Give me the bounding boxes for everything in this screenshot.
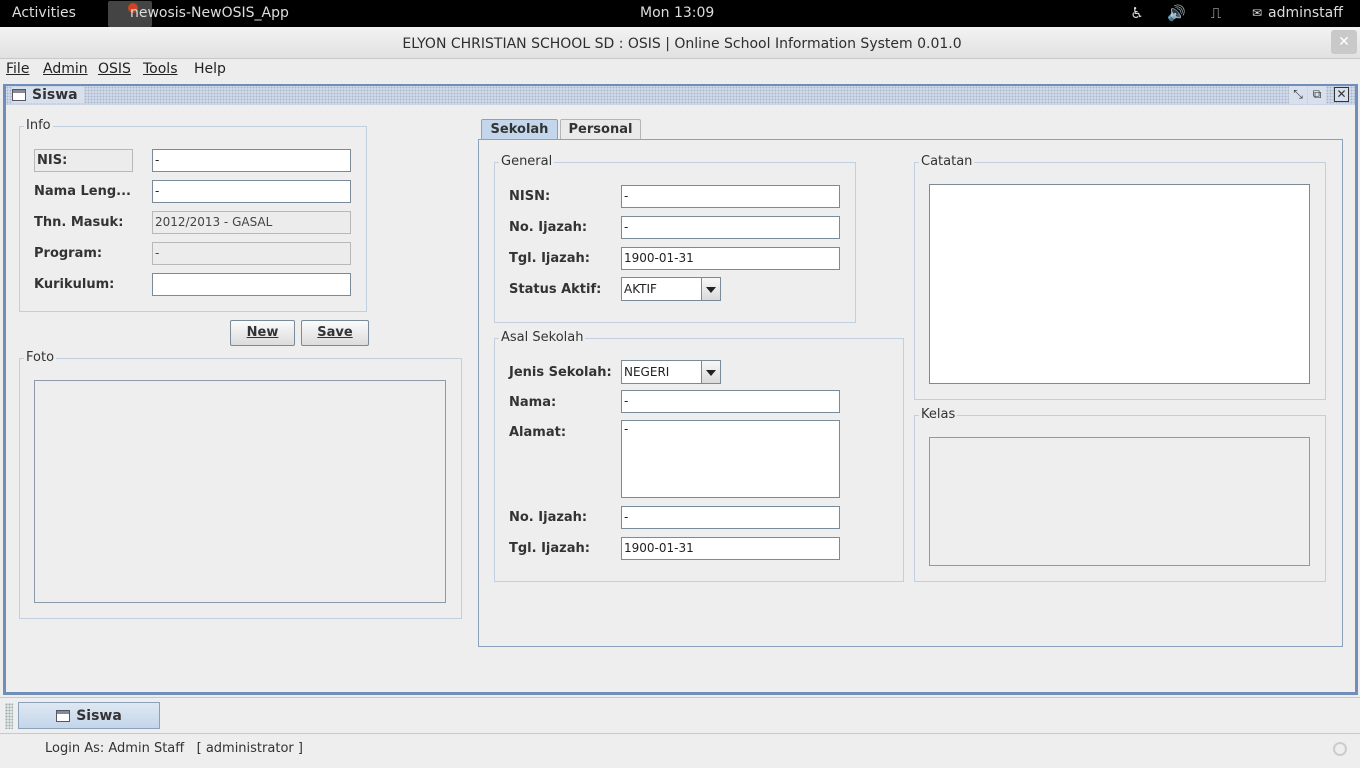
tab-personal[interactable]: Personal <box>560 119 641 140</box>
tgl-ijazah-label: Tgl. Ijazah: <box>509 251 590 266</box>
window-icon <box>12 89 26 101</box>
user-icon: ✉ <box>1251 6 1263 20</box>
chevron-down-icon[interactable] <box>701 361 720 383</box>
kelas-list[interactable] <box>929 437 1310 566</box>
catatan-textarea[interactable] <box>929 184 1310 384</box>
chevron-down-icon[interactable] <box>701 278 720 300</box>
volume-icon[interactable]: 🔊 <box>1167 4 1186 22</box>
kelas-legend: Kelas <box>919 407 958 422</box>
no-ijazah-label: No. Ijazah: <box>509 220 588 235</box>
frame-title-text: Siswa <box>32 87 78 103</box>
info-legend: Info <box>24 118 53 133</box>
general-legend: General <box>499 154 555 169</box>
window-title: ELYON CHRISTIAN SCHOOL SD : OSIS | Onlin… <box>402 36 962 52</box>
new-button[interactable]: New <box>230 320 295 346</box>
catatan-legend: Catatan <box>919 154 975 169</box>
menu-help[interactable]: Help <box>194 61 226 77</box>
jenis-sekolah-value: NEGERI <box>624 365 670 379</box>
internal-taskbar: Siswa <box>0 697 1360 734</box>
network-icon[interactable]: ⎍ <box>1207 4 1225 22</box>
alamat-textarea[interactable]: - <box>621 420 840 498</box>
nisn-label: NISN: <box>509 189 551 204</box>
system-top-bar: Activities newosis-NewOSIS_App Mon 13:09… <box>0 0 1360 27</box>
asal-nama-field[interactable]: - <box>621 390 840 413</box>
nama-lengkap-label: Nama Leng... <box>34 184 131 199</box>
busy-indicator-icon <box>1333 742 1347 756</box>
frame-close-icon[interactable]: ✕ <box>1334 87 1349 102</box>
nis-label: NIS: <box>34 149 133 172</box>
no-ijazah-field[interactable]: - <box>621 216 840 239</box>
menu-bar: File Admin OSIS Tools Help <box>0 59 1360 81</box>
tab-sekolah[interactable]: Sekolah <box>481 119 558 140</box>
accessibility-icon[interactable]: ♿ <box>1128 4 1146 22</box>
asal-no-ijazah-field[interactable]: - <box>621 506 840 529</box>
thn-masuk-label: Thn. Masuk: <box>34 215 124 230</box>
frame-title: Siswa <box>12 87 84 103</box>
thn-masuk-field: 2012/2013 - GASAL <box>152 211 351 234</box>
status-aktif-select[interactable]: AKTIF <box>621 277 721 301</box>
foto-image-area[interactable] <box>34 380 446 603</box>
asal-nama-label: Nama: <box>509 395 557 410</box>
kurikulum-label: Kurikulum: <box>34 277 115 292</box>
login-status: Login As: Admin Staff [ administrator ] <box>45 741 303 756</box>
user-menu[interactable]: adminstaff <box>1268 5 1343 21</box>
iconify-icon[interactable]: ⤡ <box>1289 86 1307 104</box>
window-titlebar: ELYON CHRISTIAN SCHOOL SD : OSIS | Onlin… <box>0 27 1360 59</box>
jenis-sekolah-label: Jenis Sekolah: <box>509 365 612 380</box>
alamat-label: Alamat: <box>509 425 567 440</box>
task-siswa-button[interactable]: Siswa <box>18 702 160 729</box>
program-field: - <box>152 242 351 265</box>
app-menu-title[interactable]: newosis-NewOSIS_App <box>130 5 289 21</box>
menu-admin[interactable]: Admin <box>43 61 88 77</box>
nis-field[interactable]: - <box>152 149 351 172</box>
close-icon[interactable]: ✕ <box>1331 30 1357 54</box>
asal-tgl-ijazah-field[interactable]: 1900-01-31 <box>621 537 840 560</box>
asal-sekolah-legend: Asal Sekolah <box>499 330 586 345</box>
clock[interactable]: Mon 13:09 <box>640 5 714 21</box>
asal-tgl-ijazah-label: Tgl. Ijazah: <box>509 541 590 556</box>
tgl-ijazah-field[interactable]: 1900-01-31 <box>621 247 840 270</box>
menu-file[interactable]: File <box>6 61 29 77</box>
kurikulum-field[interactable] <box>152 273 351 296</box>
status-aktif-value: AKTIF <box>624 282 657 296</box>
maximize-icon[interactable]: ⧉ <box>1308 86 1326 104</box>
program-label: Program: <box>34 246 103 261</box>
status-aktif-label: Status Aktif: <box>509 282 602 297</box>
internal-frame-titlebar[interactable]: Siswa ⤡ ⧉ ✕ <box>6 86 1355 105</box>
menu-osis[interactable]: OSIS <box>98 61 131 77</box>
task-siswa-label: Siswa <box>76 707 122 724</box>
status-bar: Login As: Admin Staff [ administrator ] <box>0 735 1360 768</box>
taskbar-grip[interactable] <box>5 703 13 729</box>
asal-no-ijazah-label: No. Ijazah: <box>509 510 588 525</box>
activities-button[interactable]: Activities <box>12 5 76 21</box>
window-icon <box>56 709 71 722</box>
foto-legend: Foto <box>24 350 57 365</box>
menu-tools[interactable]: Tools <box>143 61 178 77</box>
nama-lengkap-field[interactable]: - <box>152 180 351 203</box>
save-button[interactable]: Save <box>301 320 369 346</box>
jenis-sekolah-select[interactable]: NEGERI <box>621 360 721 384</box>
nisn-field[interactable]: - <box>621 185 840 208</box>
